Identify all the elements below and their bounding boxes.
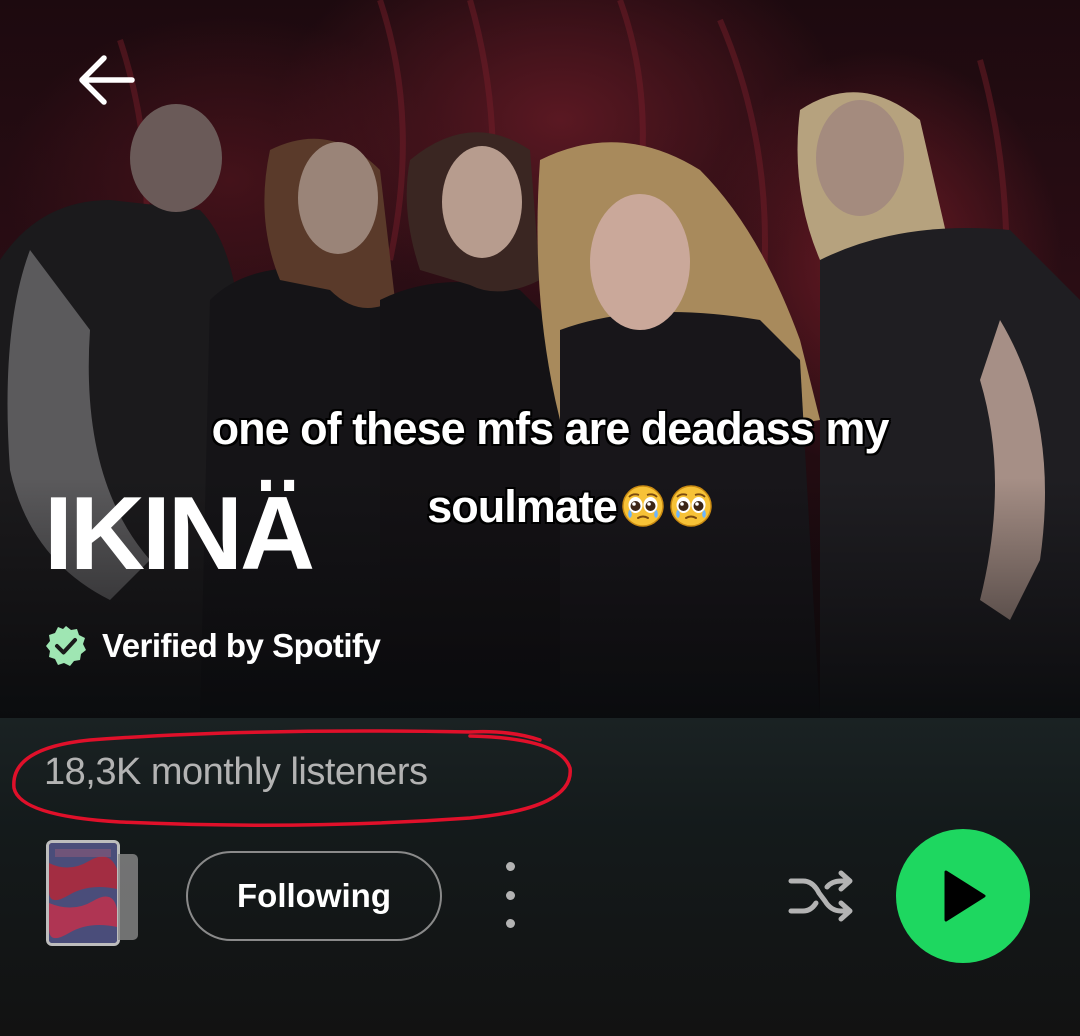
pleading-face-emoji <box>670 485 712 527</box>
arrow-left-icon <box>79 55 135 105</box>
album-art-thumbnail <box>49 843 117 943</box>
more-vertical-icon-dot <box>505 919 515 928</box>
verified-badge: Verified by Spotify <box>44 624 381 668</box>
artist-hero-image <box>0 0 1080 718</box>
more-options-button[interactable] <box>490 862 530 928</box>
cover-stack-edge <box>118 854 138 940</box>
caption-line-2: soulmate <box>387 468 713 546</box>
shuffle-icon <box>788 870 853 922</box>
pleading-face-emoji <box>622 485 664 527</box>
verified-badge-icon <box>46 626 86 666</box>
caption-line-1: one of these mfs are deadass my <box>211 403 890 454</box>
back-button[interactable] <box>70 46 142 114</box>
verified-label: Verified by Spotify <box>102 627 381 664</box>
more-vertical-icon-dot <box>505 890 515 900</box>
latest-release-cover[interactable] <box>46 840 120 946</box>
following-button[interactable]: Following <box>186 851 442 941</box>
monthly-listeners: 18,3K monthly listeners <box>44 751 428 793</box>
play-icon <box>944 870 986 922</box>
artist-name: IKINÄ <box>44 476 315 592</box>
play-button[interactable] <box>896 829 1030 963</box>
more-vertical-icon <box>505 862 515 871</box>
caption-line-2-text: soulmate <box>427 481 618 532</box>
shuffle-button[interactable] <box>784 862 860 928</box>
